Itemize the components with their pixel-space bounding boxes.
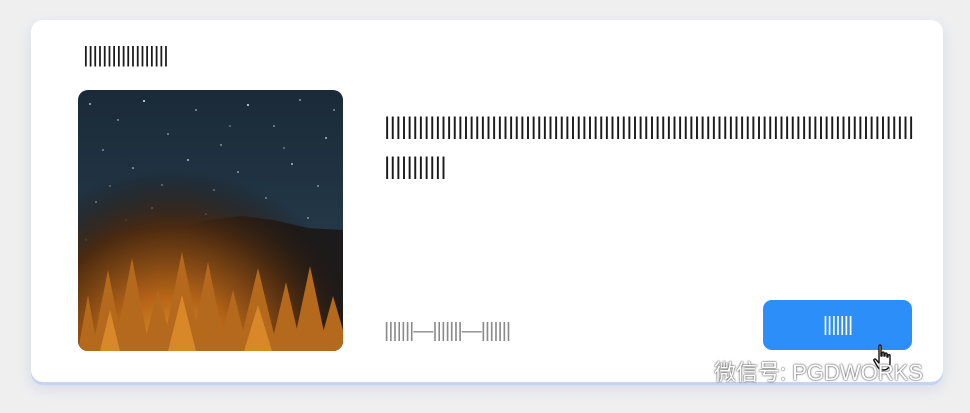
night-sky-forest-photo (78, 90, 343, 351)
watermark: 微信号: PGDWORKS (676, 357, 923, 385)
card-meta: |||||||—|||||||—||||||| (384, 320, 511, 342)
action-button[interactable]: ||||||| (763, 300, 912, 350)
card-image (78, 90, 343, 351)
watermark-text: 微信号: PGDWORKS (714, 360, 924, 385)
action-button-label: ||||||| (822, 313, 853, 336)
wechat-icon (676, 360, 706, 382)
content-card: |||||||||||||||||| |||||||||||||||||||||… (31, 20, 943, 382)
card-title: |||||||||||||||||| (83, 42, 169, 67)
card-description: ||||||||||||||||||||||||||||||||||||||||… (384, 113, 914, 180)
